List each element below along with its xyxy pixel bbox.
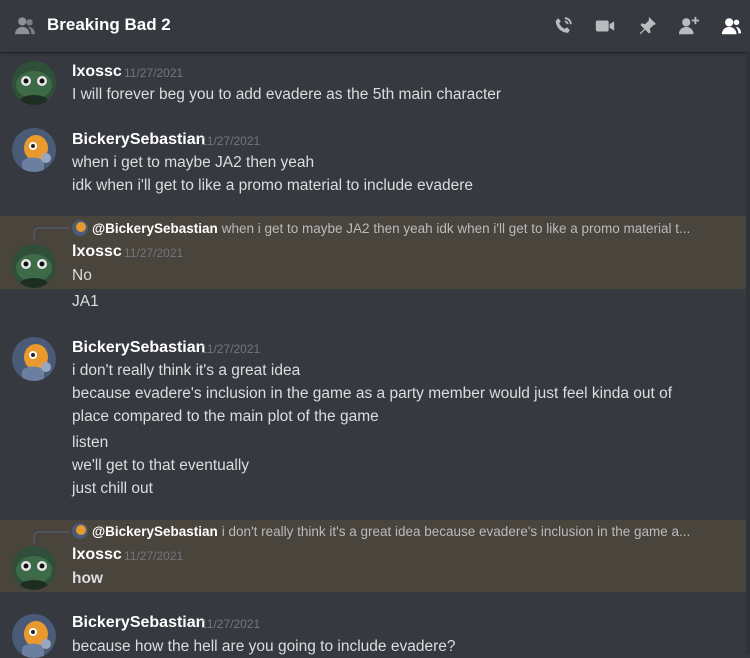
timestamp: 11/27/2021 bbox=[124, 549, 184, 563]
username[interactable]: BickerySebastian bbox=[72, 614, 205, 632]
timestamp: 11/27/2021 bbox=[201, 342, 261, 356]
message-text: No bbox=[72, 267, 92, 284]
message-text: we'll get to that eventually bbox=[72, 457, 250, 474]
timestamp: 11/27/2021 bbox=[201, 134, 261, 148]
timestamp: 11/27/2021 bbox=[201, 617, 261, 631]
message-text: i don't really think it's a great idea bbox=[72, 362, 301, 379]
add-friend-icon[interactable] bbox=[676, 13, 702, 39]
member-list-icon[interactable] bbox=[718, 13, 744, 39]
avatar[interactable] bbox=[12, 546, 56, 590]
timestamp: 11/27/2021 bbox=[124, 66, 184, 80]
members-group-icon bbox=[14, 16, 36, 36]
channel-header: Breaking Bad 2 bbox=[0, 0, 750, 53]
reply-avatar bbox=[72, 220, 88, 236]
message-text: place compared to the main plot of the g… bbox=[72, 408, 379, 425]
reply-connector bbox=[33, 227, 69, 240]
reply-username: @BickerySebastian bbox=[92, 524, 218, 539]
message-text: I will forever beg you to add evadere as… bbox=[72, 86, 502, 103]
message-text: because how the hell are you going to in… bbox=[72, 638, 456, 655]
message-text: just chill out bbox=[72, 480, 153, 497]
avatar[interactable] bbox=[12, 128, 56, 172]
message-text: how bbox=[72, 570, 103, 587]
video-call-icon[interactable] bbox=[592, 13, 618, 39]
avatar[interactable] bbox=[12, 337, 56, 381]
username[interactable]: BickerySebastian bbox=[72, 339, 205, 357]
reply-text: when i get to maybe JA2 then yeah idk wh… bbox=[221, 221, 691, 236]
scrollbar-track[interactable] bbox=[746, 52, 750, 654]
channel-title: Breaking Bad 2 bbox=[47, 15, 171, 34]
voice-call-icon[interactable] bbox=[550, 13, 576, 39]
message-text: idk when i'll get to like a promo materi… bbox=[72, 177, 474, 194]
reply-preview[interactable]: @BickerySebastian i don't really think it… bbox=[72, 523, 712, 539]
timestamp: 11/27/2021 bbox=[124, 246, 184, 260]
message-text: JA1 bbox=[72, 293, 99, 310]
pin-icon[interactable] bbox=[634, 13, 660, 39]
message-text: when i get to maybe JA2 then yeah bbox=[72, 154, 315, 171]
reply-text: i don't really think it's a great idea b… bbox=[221, 524, 691, 539]
username[interactable]: lxossc bbox=[72, 63, 122, 81]
reply-connector bbox=[33, 531, 69, 544]
username[interactable]: lxossc bbox=[72, 243, 122, 261]
reply-avatar bbox=[72, 523, 88, 539]
reply-username: @BickerySebastian bbox=[92, 221, 218, 236]
reply-preview[interactable]: @BickerySebastian when i get to maybe JA2… bbox=[72, 220, 712, 236]
avatar[interactable] bbox=[12, 614, 56, 658]
username[interactable]: lxossc bbox=[72, 546, 122, 564]
message-text: because evadere's inclusion in the game … bbox=[72, 385, 673, 402]
message-text: listen bbox=[72, 434, 109, 451]
avatar[interactable] bbox=[12, 244, 56, 288]
avatar[interactable] bbox=[12, 61, 56, 105]
username[interactable]: BickerySebastian bbox=[72, 131, 205, 149]
